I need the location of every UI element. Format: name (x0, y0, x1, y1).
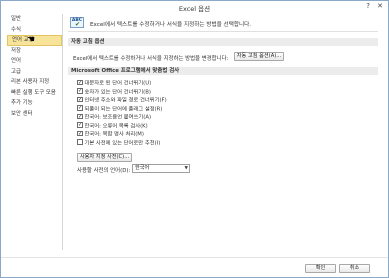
sidebar-item-label: 빠른 실행 도구 모음 (11, 89, 56, 96)
sidebar-item-quick-access-toolbar[interactable]: 빠른 실행 도구 모음 (7, 88, 62, 99)
checkbox-label: 대문자로 된 단어 건너뛰기(U) (84, 80, 152, 87)
sidebar-item-advanced[interactable]: 고급 (7, 67, 62, 78)
sidebar-item-label: 고급 (11, 68, 21, 75)
sidebar-item-language[interactable]: 언어 (7, 56, 62, 67)
checkbox-korean-compound-nouns[interactable]: ✓ 한국어: 복합 명사 처리(M) (77, 130, 144, 139)
sidebar-item-label: 일반 (11, 16, 21, 22)
dictionary-language-value: 한국어 (135, 165, 150, 171)
custom-dictionaries-button[interactable]: 사용자 지정 사전(C)... (77, 153, 132, 162)
autocorrect-section-title: 자동 고침 옵션 (68, 38, 378, 46)
checkbox[interactable]: ✓ (77, 122, 83, 128)
checkbox-korean-error-list[interactable]: ✓ 한국어: 오류어 목록 검사(K) (77, 122, 148, 131)
sidebar-item-formulas[interactable]: 수식 (7, 25, 62, 36)
sidebar-item-label: 언어 (11, 58, 21, 64)
sidebar-item-general[interactable]: 일반 (7, 14, 62, 25)
checkbox[interactable]: ✓ (77, 96, 83, 102)
chevron-down-icon: ▼ (184, 166, 188, 171)
checkbox-ignore-numbers[interactable]: ✓ 숫자가 있는 단어 건너뛰기(B) (77, 88, 151, 97)
panel-header: ABC ✔ Excel에서 텍스트를 수정하거나 서식을 지정하는 방법을 선택… (68, 16, 378, 32)
title-bar: Excel 옵션 ? ✕ (1, 1, 388, 13)
checkbox[interactable]: ✓ (77, 88, 83, 94)
sidebar-item-label: 보안 센터 (11, 110, 33, 117)
sidebar-item-label: 저장 (11, 47, 21, 54)
proofing-panel: ABC ✔ Excel에서 텍스트를 수정하거나 서식을 지정하는 방법을 선택… (66, 14, 383, 252)
help-icon[interactable]: ? (366, 2, 370, 10)
sidebar-item-proofing[interactable]: 언어 교정 ☚ (7, 35, 62, 46)
sidebar-item-label: 수식 (11, 26, 21, 33)
checkbox-label: 한국어: 오류어 목록 검사(K) (84, 122, 148, 129)
excel-options-dialog: Excel 옵션 ? ✕ 일반 수식 언어 교정 ☚ 저장 언어 고급 리본 사용… (0, 0, 389, 278)
footer-divider (1, 257, 388, 258)
sidebar-item-label: 추가 기능 (11, 100, 33, 106)
dialog-title: Excel 옵션 (178, 5, 211, 13)
panel-description: Excel에서 텍스트를 수정하거나 서식을 지정하는 방법을 선택합니다. (90, 22, 252, 28)
checkbox-suggest-main-dictionary-only[interactable]: 기본 사전에 있는 단어로만 추천(I) (77, 139, 161, 148)
checkbox-ignore-uppercase[interactable]: ✓ 대문자로 된 단어 건너뛰기(U) (77, 79, 152, 88)
checkbox-label: 한국어: 보조용언 붙여쓰기(A) (84, 114, 152, 121)
dictionary-language-label: 사용할 사전의 언어(D): (77, 168, 131, 174)
ok-button[interactable]: 확인 (305, 264, 336, 273)
sidebar-item-customize-ribbon[interactable]: 리본 사용자 지정 (7, 77, 62, 88)
spelling-section-title: Microsoft Office 프로그램에서 맞춤법 검사 (68, 67, 378, 75)
checkbox[interactable]: ✓ (77, 79, 83, 85)
checkbox[interactable] (77, 139, 83, 145)
cancel-button[interactable]: 취소 (339, 264, 370, 273)
checkbox-ignore-internet-file-addresses[interactable]: ✓ 인터넷 주소와 파일 경로 건너뛰기(F) (77, 96, 167, 105)
mouse-pointer-icon: ☚ (27, 35, 36, 45)
checkbox-label: 숫자가 있는 단어 건너뛰기(B) (84, 88, 151, 95)
checkbox-label: 되풀이 되는 단어에 플래그 설정(R) (84, 105, 163, 112)
autocorrect-options-button[interactable]: 자동 고침 옵션(A)... (234, 52, 284, 61)
checkbox-flag-repeated-words[interactable]: ✓ 되풀이 되는 단어에 플래그 설정(R) (77, 105, 163, 114)
autocorrect-description: Excel에서 텍스트를 수정하거나 서식을 지정하는 방법을 변경합니다: (73, 56, 229, 62)
checkbox-label: 인터넷 주소와 파일 경로 건너뛰기(F) (84, 97, 167, 104)
close-icon[interactable]: ✕ (377, 2, 383, 10)
checkbox[interactable]: ✓ (77, 113, 83, 119)
sidebar-item-label: 리본 사용자 지정 (11, 79, 50, 85)
sidebar-item-save[interactable]: 저장 (7, 46, 62, 57)
checkbox-korean-auxiliary-verbs[interactable]: ✓ 한국어: 보조용언 붙여쓰기(A) (77, 113, 152, 122)
checkmark-icon: ✔ (75, 21, 81, 28)
checkbox[interactable]: ✓ (77, 105, 83, 111)
sidebar-item-add-ins[interactable]: 추가 기능 (7, 98, 62, 109)
dictionary-language-select[interactable]: 한국어 ▼ (132, 164, 190, 173)
options-sidebar: 일반 수식 언어 교정 ☚ 저장 언어 고급 리본 사용자 지정 빠른 실행 도구… (7, 14, 63, 250)
sidebar-item-trust-center[interactable]: 보안 센터 (7, 109, 62, 120)
checkbox-label: 한국어: 복합 명사 처리(M) (84, 131, 144, 138)
checkbox[interactable]: ✓ (77, 130, 83, 136)
checkbox-label: 기본 사전에 있는 단어로만 추천(I) (84, 139, 161, 146)
